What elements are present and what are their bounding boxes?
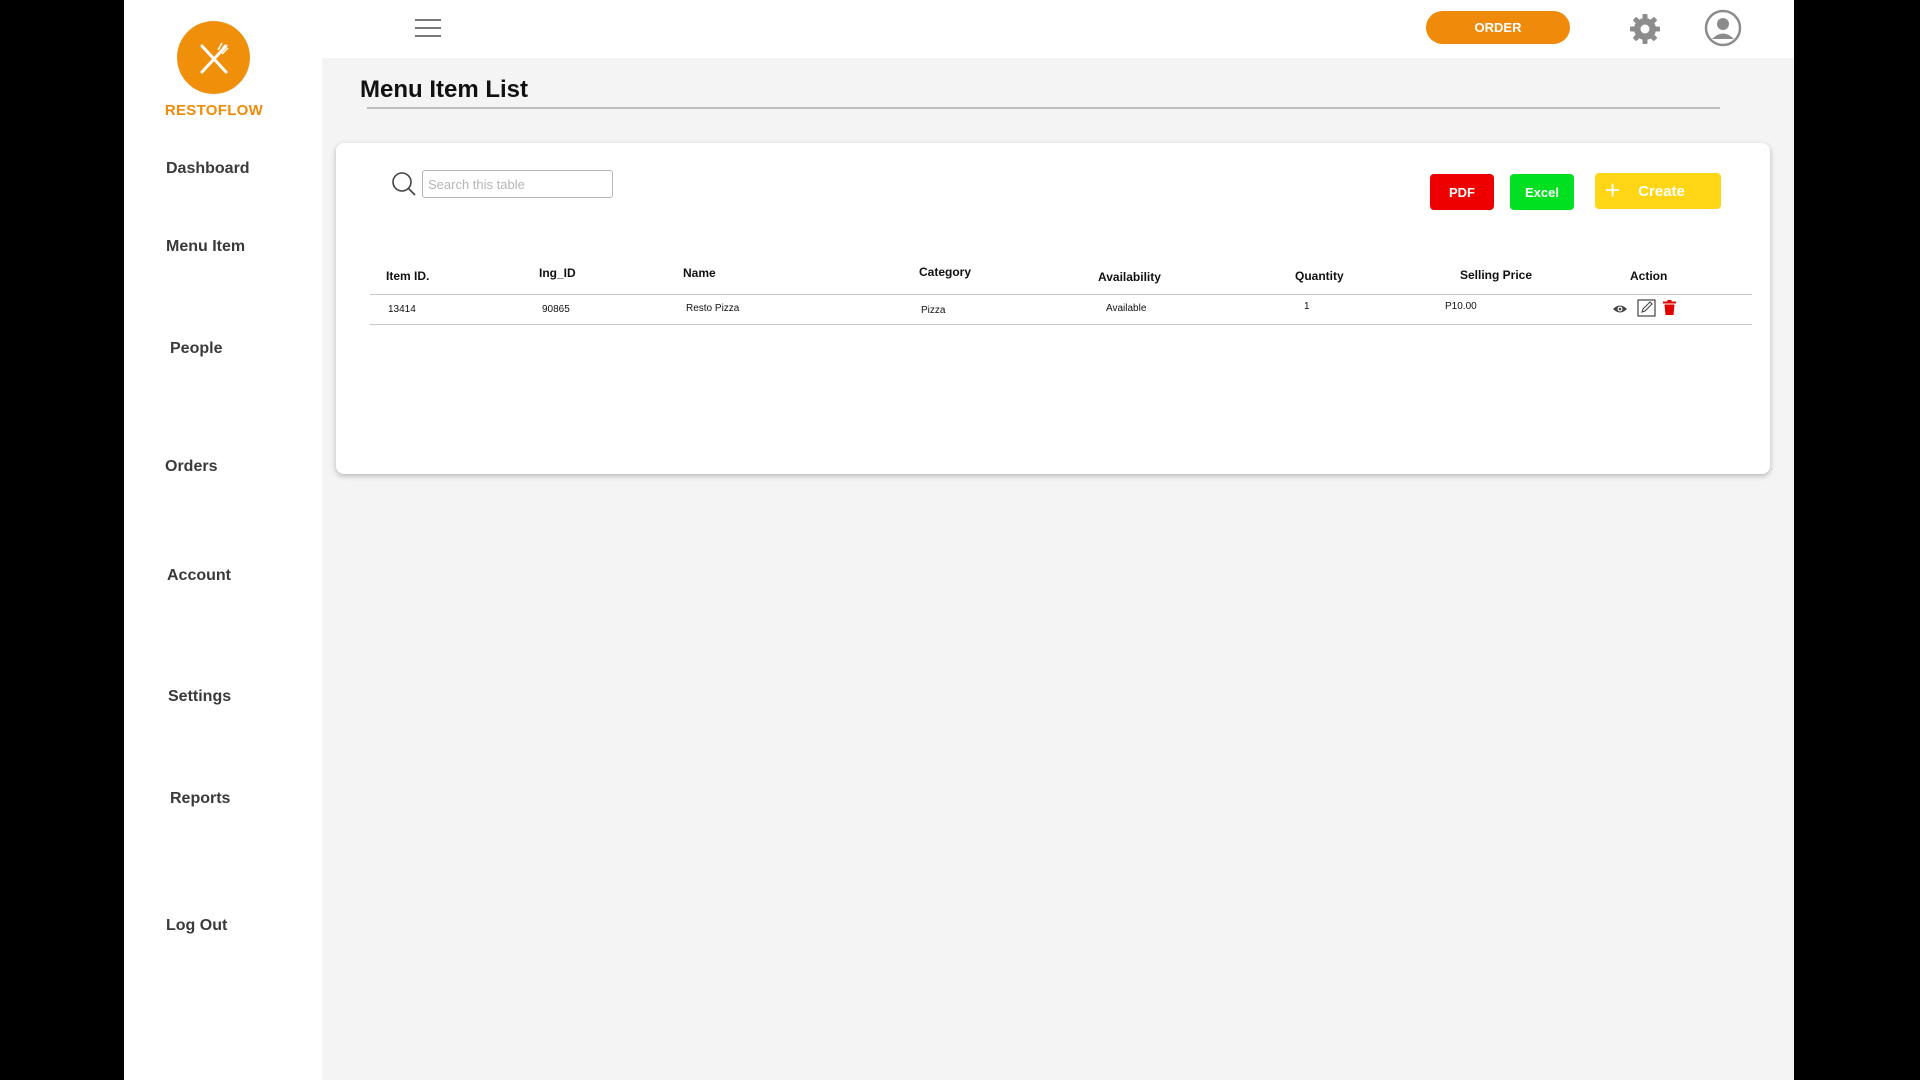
table-card: PDF Excel + Create Item ID. Ing_ID Name … (336, 143, 1770, 474)
logo-icon (177, 21, 250, 94)
create-button[interactable]: + Create (1595, 173, 1721, 209)
cell-ing-id: 90865 (542, 304, 570, 315)
column-header-item-id: Item ID. (386, 269, 430, 283)
header-divider (370, 294, 1752, 295)
column-header-action: Action (1630, 269, 1668, 283)
sidebar: RESTOFLOW Dashboard Menu Item People Ord… (124, 0, 322, 1080)
row-divider (370, 324, 1752, 325)
cell-item-id: 13414 (388, 304, 416, 315)
column-header-quantity: Quantity (1295, 269, 1344, 283)
page-title: Menu Item List (360, 76, 529, 103)
top-bar: ORDER (322, 0, 1794, 58)
sidebar-item-menu-item[interactable]: Menu Item (166, 238, 245, 256)
sidebar-item-people[interactable]: People (170, 340, 222, 358)
eye-icon[interactable] (1612, 302, 1628, 320)
export-excel-button[interactable]: Excel (1510, 174, 1574, 210)
search-icon (391, 171, 417, 197)
column-header-ing-id: Ing_ID (539, 266, 576, 280)
sidebar-item-log-out[interactable]: Log Out (166, 917, 227, 935)
search-input[interactable] (422, 170, 613, 198)
cell-selling-price: P10.00 (1445, 301, 1477, 312)
column-header-category: Category (919, 265, 972, 279)
sidebar-item-settings[interactable]: Settings (168, 688, 231, 706)
app-frame: RESTOFLOW Dashboard Menu Item People Ord… (124, 0, 1794, 1080)
cell-quantity: 1 (1304, 301, 1310, 312)
sidebar-item-reports[interactable]: Reports (170, 790, 230, 808)
export-pdf-button[interactable]: PDF (1430, 174, 1494, 210)
title-divider (367, 107, 1720, 109)
user-icon[interactable] (1704, 9, 1742, 47)
column-header-selling-price: Selling Price (1460, 268, 1533, 282)
sidebar-item-orders[interactable]: Orders (165, 458, 217, 476)
cell-name: Resto Pizza (686, 303, 740, 314)
create-button-label: Create (1638, 182, 1685, 200)
brand-name: RESTOFLOW (164, 102, 264, 119)
column-header-name: Name (683, 266, 716, 280)
plus-icon: + (1605, 174, 1621, 205)
gear-icon[interactable] (1627, 11, 1663, 47)
hamburger-icon[interactable] (415, 19, 441, 39)
edit-icon[interactable] (1637, 299, 1656, 322)
order-button[interactable]: ORDER (1426, 11, 1570, 44)
cell-availability: Available (1106, 303, 1147, 314)
sidebar-item-dashboard[interactable]: Dashboard (166, 160, 250, 178)
trash-icon[interactable] (1663, 300, 1676, 320)
cell-category: Pizza (921, 305, 946, 316)
column-header-availability: Availability (1098, 270, 1161, 284)
sidebar-item-account[interactable]: Account (167, 567, 231, 585)
